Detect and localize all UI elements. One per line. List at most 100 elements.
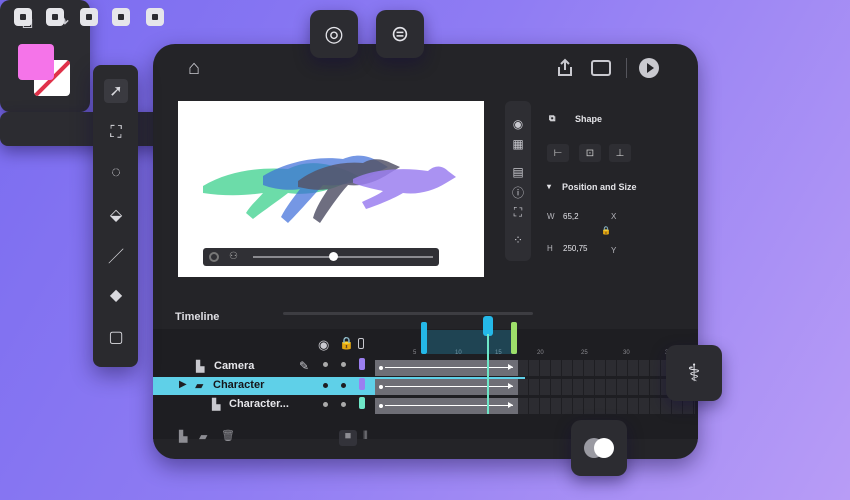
- eraser-icon[interactable]: ◆: [104, 283, 128, 307]
- brush-icon[interactable]: ／: [104, 243, 128, 267]
- bars-icon[interactable]: ⦀: [363, 430, 368, 443]
- nodes-icon[interactable]: ⁘: [511, 233, 525, 247]
- tween-arrow: [385, 383, 513, 389]
- align-bottom-button[interactable]: ⊥: [609, 144, 631, 162]
- camera-icon[interactable]: ■: [339, 430, 357, 446]
- keyframe[interactable]: [379, 404, 383, 408]
- tween-arrow: [385, 364, 513, 370]
- expand-arrow-icon[interactable]: ▶: [179, 379, 187, 390]
- keyframe[interactable]: [379, 385, 383, 389]
- keyframe[interactable]: [379, 366, 383, 370]
- app-window: ⌂ ⚇ ◉ ▦ ▤ ⓘ ⛶ ⁘ ⧉ Shape ⊢ ⊡ ⊥ ▾ Position…: [153, 44, 698, 459]
- visible-dot[interactable]: [323, 402, 328, 407]
- play-icon[interactable]: [639, 58, 659, 78]
- align-icon[interactable]: ▤: [511, 165, 525, 179]
- remove-icon[interactable]: [146, 8, 164, 26]
- align-center-button[interactable]: ⊡: [579, 144, 601, 162]
- panel-icon[interactable]: [591, 60, 611, 76]
- lock-dot[interactable]: [341, 402, 346, 407]
- rectangle-icon[interactable]: ▢: [104, 325, 128, 349]
- visible-dot[interactable]: [323, 383, 328, 388]
- tween-segment[interactable]: [375, 379, 518, 395]
- visibility-icon[interactable]: ◉: [318, 337, 329, 353]
- lasso-icon[interactable]: ◌: [104, 161, 128, 185]
- fill-icon[interactable]: ⬙: [104, 203, 128, 227]
- layer-name-camera[interactable]: Camera: [214, 360, 254, 372]
- lock-dot[interactable]: [341, 383, 346, 388]
- playhead-handle[interactable]: [483, 316, 493, 336]
- align-left-button[interactable]: ⊢: [547, 144, 569, 162]
- bones-icon[interactable]: ⚕: [666, 345, 722, 401]
- tween-arrow: [385, 402, 513, 408]
- ruler-number: 25: [581, 350, 588, 356]
- properties-panel: ⧉ Shape ⊢ ⊡ ⊥ ▾ Position and Size W 65,2…: [545, 104, 665, 264]
- layer-name-character[interactable]: Character: [213, 379, 264, 391]
- x-label: X: [611, 212, 617, 221]
- ruler-number: 5: [413, 350, 417, 356]
- stage-canvas[interactable]: ⚇: [178, 101, 484, 277]
- tween-segment[interactable]: [375, 360, 518, 376]
- new-folder-icon[interactable]: ▰: [199, 430, 207, 443]
- scrub-handle[interactable]: [329, 252, 338, 261]
- track-character-child[interactable]: [375, 398, 695, 414]
- trash-icon[interactable]: 🗑: [221, 429, 235, 442]
- y-label: Y: [611, 246, 617, 255]
- lock-dot[interactable]: [341, 362, 346, 367]
- color-tag[interactable]: [359, 358, 365, 370]
- loop-icon[interactable]: [209, 252, 219, 262]
- fill-color-swatch[interactable]: [18, 44, 54, 80]
- color-tag-icon[interactable]: [358, 338, 364, 349]
- timeline-resize-handle[interactable]: [283, 312, 533, 315]
- transform-icon[interactable]: ⛶: [104, 121, 128, 145]
- mask-circle-front: [594, 438, 614, 458]
- morph-icon[interactable]: ⊜: [376, 10, 424, 58]
- scrub-track[interactable]: [253, 256, 433, 258]
- selected-range: [427, 330, 517, 354]
- lock-icon[interactable]: 🔒: [339, 336, 354, 350]
- range-end-marker[interactable]: [511, 322, 517, 354]
- new-layer-icon[interactable]: ▙: [179, 430, 187, 443]
- toolbar-divider: [626, 58, 627, 78]
- height-field[interactable]: 250,75: [563, 244, 587, 253]
- tween-segment[interactable]: [375, 398, 518, 414]
- motion-path-icon[interactable]: ◎: [310, 10, 358, 58]
- ruler-number: 30: [623, 350, 630, 356]
- grid-icon[interactable]: ▦: [511, 137, 525, 151]
- home-icon[interactable]: ⌂: [183, 57, 205, 79]
- onion-skin-icon[interactable]: ⚇: [229, 251, 241, 263]
- pencil-icon[interactable]: ✎: [299, 359, 309, 373]
- transform-box-icon[interactable]: ⛶: [511, 205, 525, 219]
- shape-label: Shape: [575, 114, 603, 124]
- track-camera[interactable]: [375, 360, 695, 376]
- timeline-tab[interactable]: Timeline: [153, 302, 263, 330]
- visible-dot[interactable]: [323, 362, 328, 367]
- playhead-line: [487, 334, 489, 414]
- width-field[interactable]: 65,2: [563, 212, 579, 221]
- mask-icon[interactable]: [571, 420, 627, 476]
- select-arrow-icon[interactable]: ➚: [104, 79, 128, 103]
- layer-name-character-child[interactable]: Character...: [229, 398, 289, 410]
- top-bar: ⌂: [153, 44, 698, 92]
- ruler-number: 20: [537, 350, 544, 356]
- panel-switcher: ◉ ▦ ▤ ⓘ ⛶ ⁘: [505, 101, 531, 261]
- share-icon[interactable]: [555, 58, 575, 78]
- align-bottom-icon[interactable]: [14, 8, 32, 26]
- align-right-icon[interactable]: [80, 8, 98, 26]
- layer-icon: ▙: [196, 361, 205, 373]
- palette-icon[interactable]: ◉: [511, 117, 525, 131]
- color-tag[interactable]: [359, 397, 365, 409]
- lock-icon[interactable]: 🔒: [601, 226, 611, 235]
- playback-scrubber[interactable]: ⚇: [203, 248, 439, 266]
- playhead[interactable]: [483, 316, 493, 414]
- section-label: Position and Size: [562, 182, 637, 192]
- h-label: H: [547, 244, 553, 253]
- tools-toolbar: ➚ ⛶ ◌ ⬙ ／ ◆ ▢: [93, 65, 138, 367]
- distribute-icon[interactable]: [112, 8, 130, 26]
- chevron-down-icon[interactable]: ▾: [547, 182, 551, 191]
- color-tag[interactable]: [359, 378, 365, 390]
- track-character[interactable]: [375, 379, 695, 395]
- align-middle-icon[interactable]: [46, 8, 64, 26]
- folder-icon: ▰: [195, 380, 204, 392]
- w-label: W: [547, 212, 555, 221]
- info-icon[interactable]: ⓘ: [511, 185, 525, 200]
